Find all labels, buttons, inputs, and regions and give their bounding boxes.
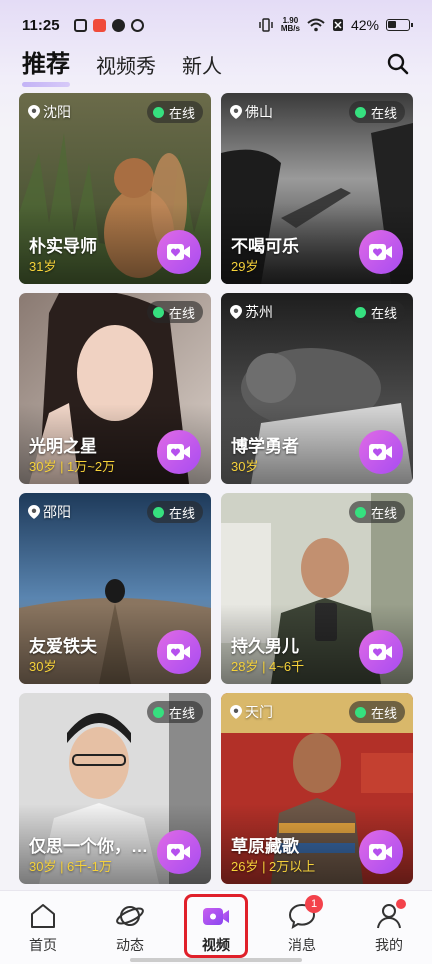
status-time: 11:25 xyxy=(22,16,60,34)
app-notification-icon xyxy=(92,18,106,32)
video-call-button[interactable] xyxy=(359,630,403,674)
video-call-button[interactable] xyxy=(157,430,201,474)
tab-video-show[interactable]: 视频秀 xyxy=(96,50,156,85)
user-meta: 28岁 | 4~6千 xyxy=(231,659,305,674)
user-meta: 30岁 xyxy=(29,659,57,674)
user-meta: 30岁 | 1万~2万 xyxy=(29,459,116,474)
top-tabs: 推荐 视频秀 新人 xyxy=(22,44,222,87)
online-dot-icon xyxy=(152,706,164,718)
user-card[interactable]: 沈阳 在线 朴实导师 31岁 xyxy=(19,93,211,284)
video-call-button[interactable] xyxy=(157,230,201,274)
user-card[interactable]: 在线 持久男儿 28岁 | 4~6千 xyxy=(221,493,413,684)
tab-recommend[interactable]: 推荐 xyxy=(22,44,70,87)
location-tag: 佛山 xyxy=(230,102,273,122)
nav-moments[interactable]: 动态 xyxy=(95,901,165,955)
user-meta: 30岁 | 6千-1万 xyxy=(29,859,112,874)
location-tag: 天门 xyxy=(230,702,273,722)
video-call-button[interactable] xyxy=(359,430,403,474)
tab-newcomers[interactable]: 新人 xyxy=(182,50,222,85)
location-tag: 苏州 xyxy=(230,302,273,322)
nav-home[interactable]: 首页 xyxy=(8,901,78,955)
user-name: 仅思一个你，… xyxy=(29,837,148,856)
unread-badge: 1 xyxy=(305,895,323,913)
online-status-badge: 在线 xyxy=(146,501,203,523)
video-heart-icon xyxy=(369,244,392,260)
search-icon[interactable] xyxy=(386,52,410,76)
wifi-icon xyxy=(307,18,325,32)
location-pin-icon xyxy=(230,705,242,719)
online-dot-icon xyxy=(354,706,366,718)
location-tag: 邵阳 xyxy=(28,502,71,522)
user-name: 持久男儿 xyxy=(231,637,299,656)
status-bar: 11:25 1.90 MB/s 42% xyxy=(0,0,432,50)
location-pin-icon xyxy=(230,305,242,319)
online-status-badge: 在线 xyxy=(146,101,203,123)
online-dot-icon xyxy=(152,306,164,318)
user-card[interactable]: 天门 在线 草原藏歌 26岁 | 2万以上 xyxy=(221,693,413,884)
user-card-grid: 沈阳 在线 朴实导师 31岁 佛山 在线 不喝可乐 29岁 在线 光明之星 30… xyxy=(19,93,413,884)
video-call-button[interactable] xyxy=(359,230,403,274)
online-status-badge: 在线 xyxy=(146,701,203,723)
online-dot-icon xyxy=(354,306,366,318)
online-status-badge: 在线 xyxy=(348,301,405,323)
no-sim-icon xyxy=(332,19,343,31)
video-call-button[interactable] xyxy=(157,630,201,674)
video-call-button[interactable] xyxy=(359,830,403,874)
online-dot-icon xyxy=(152,506,164,518)
location-pin-icon xyxy=(28,505,40,519)
user-meta: 26岁 | 2万以上 xyxy=(231,859,316,874)
online-dot-icon xyxy=(152,106,164,118)
location-tag: 沈阳 xyxy=(28,102,71,122)
chat-notification-icon xyxy=(111,18,125,32)
home-icon xyxy=(31,904,55,928)
user-name: 草原藏歌 xyxy=(231,837,299,856)
online-status-badge: 在线 xyxy=(348,101,405,123)
user-meta: 30岁 xyxy=(231,459,259,474)
user-card[interactable]: 邵阳 在线 友爱铁夫 30岁 xyxy=(19,493,211,684)
user-card[interactable]: 佛山 在线 不喝可乐 29岁 xyxy=(221,93,413,284)
vibrate-icon xyxy=(259,18,273,32)
user-name: 友爱铁夫 xyxy=(29,637,97,656)
link-notification-icon xyxy=(130,18,144,32)
online-status-badge: 在线 xyxy=(348,701,405,723)
user-card[interactable]: 在线 光明之星 30岁 | 1万~2万 xyxy=(19,293,211,484)
mail-notification-icon xyxy=(73,18,87,32)
home-indicator xyxy=(130,958,302,962)
online-status-badge: 在线 xyxy=(348,501,405,523)
video-heart-icon xyxy=(167,244,190,260)
battery-percent: 42% xyxy=(350,17,379,33)
notification-dot xyxy=(396,899,406,909)
online-status-badge: 在线 xyxy=(146,301,203,323)
net-speed: 1.90 MB/s xyxy=(280,16,300,33)
video-heart-icon xyxy=(167,844,190,860)
online-dot-icon xyxy=(354,106,366,118)
battery-icon xyxy=(386,19,413,31)
location-pin-icon xyxy=(230,105,242,119)
user-name: 不喝可乐 xyxy=(231,237,299,256)
video-heart-icon xyxy=(369,844,392,860)
nav-messages[interactable]: 1 消息 xyxy=(267,895,337,955)
user-name: 朴实导师 xyxy=(29,237,97,256)
online-dot-icon xyxy=(354,506,366,518)
highlight-box xyxy=(184,894,248,958)
user-name: 光明之星 xyxy=(29,437,97,456)
user-meta: 29岁 xyxy=(231,259,259,274)
user-card[interactable]: 在线 仅思一个你，… 30岁 | 6千-1万 xyxy=(19,693,211,884)
nav-profile[interactable]: 我的 xyxy=(354,899,424,955)
planet-icon xyxy=(116,906,144,926)
video-heart-icon xyxy=(369,444,392,460)
user-name: 博学勇者 xyxy=(231,437,299,456)
location-pin-icon xyxy=(28,105,40,119)
video-heart-icon xyxy=(369,644,392,660)
user-meta: 31岁 xyxy=(29,259,57,274)
user-card[interactable]: 苏州 在线 博学勇者 30岁 xyxy=(221,293,413,484)
video-heart-icon xyxy=(167,444,190,460)
video-call-button[interactable] xyxy=(157,830,201,874)
video-heart-icon xyxy=(167,644,190,660)
